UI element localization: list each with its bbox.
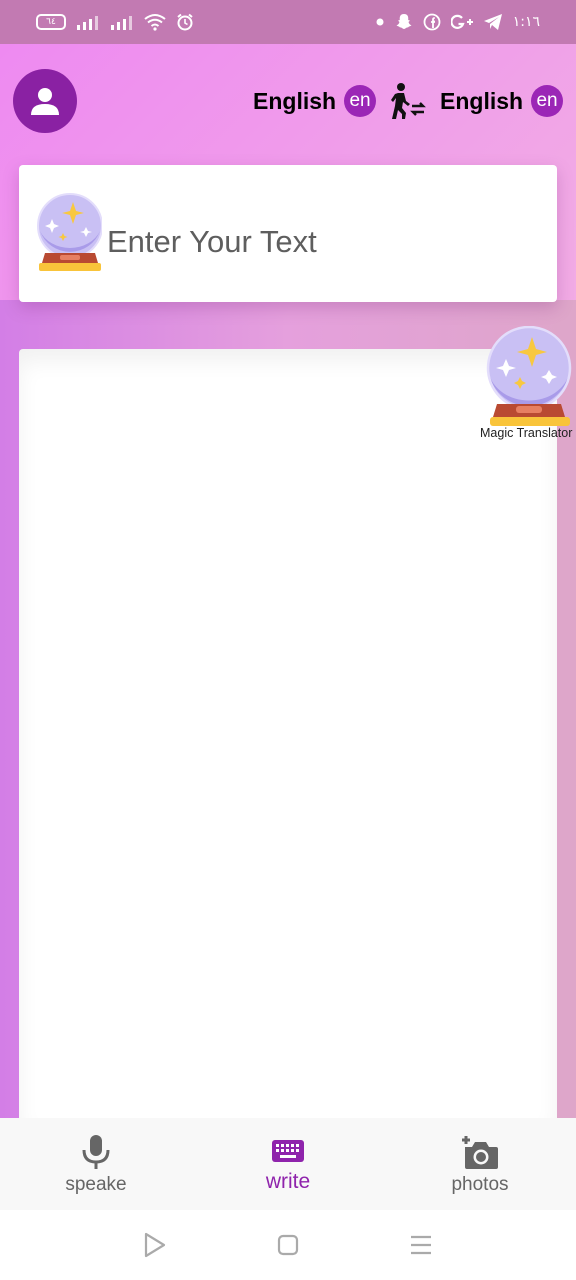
nav-speak[interactable]: speake bbox=[0, 1118, 192, 1210]
crystal-ball-icon bbox=[37, 193, 102, 271]
signal-icon bbox=[77, 16, 98, 30]
status-left: ٦٤ bbox=[36, 13, 194, 31]
profile-button[interactable] bbox=[13, 69, 77, 133]
alarm-icon bbox=[177, 13, 193, 31]
dot-icon bbox=[376, 18, 384, 26]
add-camera-icon bbox=[462, 1136, 498, 1169]
nav-write[interactable]: write bbox=[192, 1118, 384, 1210]
system-navigation-bar bbox=[0, 1210, 576, 1280]
target-language-selector[interactable]: English en bbox=[440, 84, 564, 118]
keyboard-icon bbox=[272, 1140, 304, 1162]
facebook-icon bbox=[423, 13, 441, 31]
source-language-selector[interactable]: English en bbox=[253, 84, 377, 118]
telegram-icon bbox=[483, 14, 502, 30]
text-input-card[interactable] bbox=[19, 165, 557, 302]
google-plus-icon bbox=[450, 14, 473, 29]
crystal-ball-icon bbox=[486, 326, 572, 426]
swap-languages-icon[interactable] bbox=[390, 82, 426, 120]
home-icon[interactable] bbox=[277, 1234, 299, 1256]
microphone-icon bbox=[82, 1135, 110, 1169]
nav-write-label: write bbox=[265, 1170, 311, 1193]
nav-speak-label: speake bbox=[65, 1174, 127, 1195]
user-icon bbox=[31, 88, 59, 115]
signal-icon-2 bbox=[111, 16, 132, 30]
nav-photos-label: photos bbox=[451, 1174, 509, 1195]
menu-icon[interactable] bbox=[409, 1234, 433, 1256]
back-icon[interactable] bbox=[143, 1232, 167, 1258]
source-language-code: en bbox=[344, 85, 377, 117]
translation-output-area bbox=[19, 349, 557, 1124]
nav-photos[interactable]: photos bbox=[384, 1118, 576, 1210]
clock: ١:١٦ bbox=[512, 14, 540, 30]
magic-translator-label: Magic Translator bbox=[480, 426, 573, 440]
magic-translator-button[interactable]: Magic Translator bbox=[478, 326, 576, 444]
status-bar: ٦٤ ١:١٦ bbox=[0, 0, 576, 44]
target-language-name: English bbox=[440, 87, 524, 114]
text-input[interactable] bbox=[107, 220, 527, 264]
wifi-icon bbox=[144, 14, 166, 31]
bottom-navigation: speake write photos bbox=[0, 1118, 576, 1210]
target-language-code: en bbox=[531, 85, 564, 117]
source-language-name: English bbox=[253, 87, 337, 114]
snapchat-icon bbox=[396, 14, 412, 29]
battery-icon: ٦٤ bbox=[36, 14, 66, 30]
status-right: ١:١٦ bbox=[375, 13, 540, 31]
